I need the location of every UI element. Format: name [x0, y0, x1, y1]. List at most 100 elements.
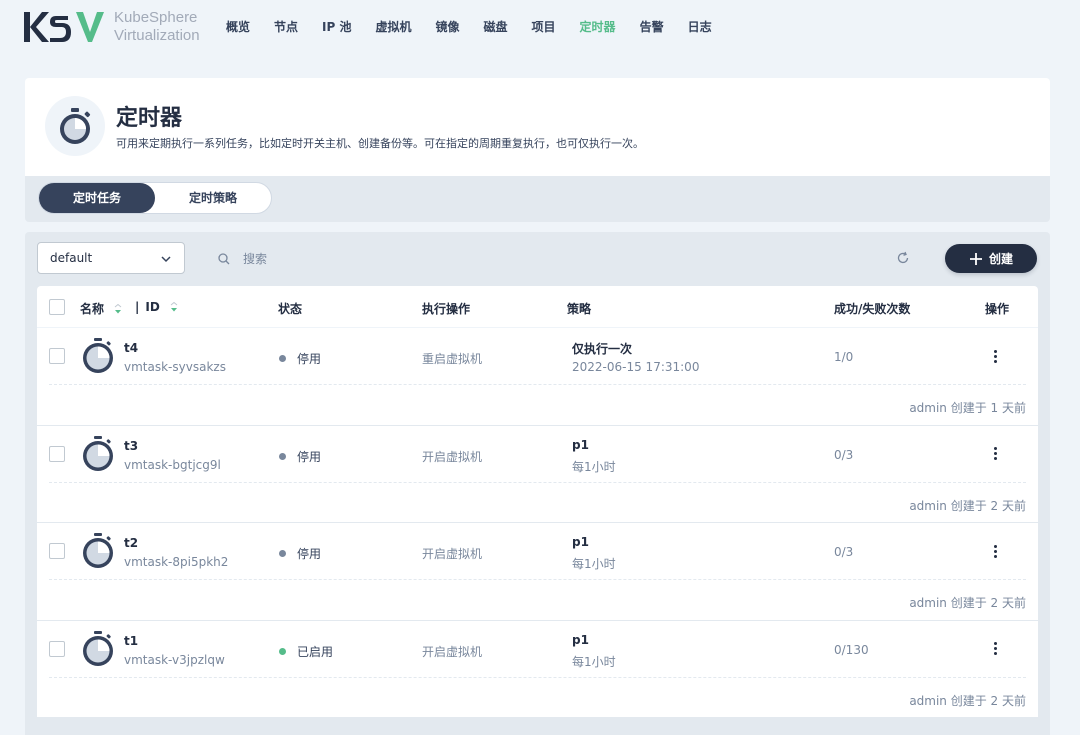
- top-navbar: KubeSphere Virtualization 概览 节点 IP 池 虚拟机…: [0, 0, 1080, 54]
- nav-item-logs[interactable]: 日志: [688, 18, 712, 35]
- success-failure-count: 0/3: [834, 545, 854, 559]
- nav-item-alerts[interactable]: 告警: [640, 18, 664, 35]
- task-name[interactable]: t4: [124, 341, 138, 355]
- sort-icon: [170, 302, 178, 312]
- nav-item-images[interactable]: 镜像: [436, 18, 460, 35]
- plus-icon: [969, 252, 982, 265]
- logo[interactable]: KubeSphere Virtualization: [24, 9, 200, 45]
- nav-item-disks[interactable]: 磁盘: [484, 18, 508, 35]
- table-row[interactable]: t4 vmtask-syvsakzs 停用 重启虚拟机 仅执行一次 2022-0…: [37, 328, 1038, 426]
- page-header: 定时器 可用来定期执行一系列任务，比如定时开关主机、创建备份等。可在指定的周期重…: [25, 78, 1050, 176]
- logo-text-line2: Virtualization: [114, 27, 200, 44]
- task-strategy: p1: [572, 437, 589, 452]
- row-divider: [49, 384, 1026, 385]
- tabs-container: 定时任务 定时策略: [25, 176, 1050, 222]
- toolbar: default 搜索 创建: [25, 232, 1050, 286]
- task-action: 开启虚拟机: [422, 449, 483, 464]
- success-failure-count: 0/130: [834, 642, 869, 657]
- column-status: 状态: [278, 302, 303, 316]
- more-actions-icon[interactable]: [989, 639, 1001, 659]
- row-checkbox[interactable]: [49, 348, 65, 364]
- status-text: 停用: [297, 449, 322, 464]
- column-name[interactable]: 名称: [80, 300, 122, 317]
- namespace-value: default: [50, 251, 93, 265]
- logo-text: KubeSphere Virtualization: [114, 9, 200, 45]
- more-actions-icon[interactable]: [989, 346, 1001, 366]
- column-action: 执行操作: [422, 302, 471, 316]
- nav-item-vms[interactable]: 虚拟机: [375, 18, 411, 35]
- status-badge: 停用: [279, 545, 321, 562]
- creator-info: admin 创建于 2 天前: [909, 596, 1026, 610]
- status-badge: 已启用: [279, 643, 333, 660]
- task-strategy: p1: [572, 535, 589, 549]
- tab-timer-strategies[interactable]: 定时策略: [155, 183, 271, 213]
- task-name[interactable]: t2: [124, 536, 138, 550]
- task-strategy: p1: [572, 632, 589, 647]
- tab-group: 定时任务 定时策略: [38, 182, 272, 214]
- row-divider: [49, 676, 1026, 678]
- table-header: 名称 | ID 状态 执行操作 策略 成功/失败次数 操作: [37, 286, 1038, 328]
- row-checkbox[interactable]: [49, 445, 65, 462]
- namespace-select[interactable]: default: [37, 242, 185, 274]
- column-id[interactable]: | ID: [135, 300, 178, 314]
- search-icon: [218, 252, 230, 264]
- nav-item-timers[interactable]: 定时器: [580, 18, 616, 35]
- task-table: 名称 | ID 状态 执行操作 策略 成功/失败次数 操作 t4 vmtask-…: [37, 286, 1038, 718]
- nav-item-projects[interactable]: 项目: [532, 18, 556, 35]
- task-id: vmtask-bgtjcg9l: [124, 457, 221, 472]
- task-id: vmtask-8pi5pkh2: [124, 555, 229, 569]
- nav-item-ip-pool[interactable]: IP 池: [322, 18, 351, 35]
- page-description: 可用来定期执行一系列任务，比如定时开关主机、创建备份等。可在指定的周期重复执行，…: [116, 137, 644, 150]
- table-row[interactable]: t1 vmtask-v3jpzlqw 已启用 开启虚拟机 p1 每1小时 0/1…: [37, 621, 1038, 718]
- more-actions-icon[interactable]: [989, 541, 1001, 561]
- row-checkbox[interactable]: [49, 543, 65, 559]
- column-ops: 操作: [985, 302, 1010, 316]
- select-all-checkbox[interactable]: [49, 299, 65, 315]
- refresh-icon: [897, 251, 909, 264]
- status-dot: [279, 452, 286, 460]
- stopwatch-icon: [83, 630, 113, 666]
- stopwatch-icon: [60, 108, 91, 144]
- column-count: 成功/失败次数: [834, 302, 911, 316]
- column-name-label: 名称: [80, 302, 105, 316]
- task-strategy-detail: 每1小时: [572, 557, 616, 571]
- table-row[interactable]: t2 vmtask-8pi5pkh2 停用 开启虚拟机 p1 每1小时 0/3 …: [37, 523, 1038, 621]
- sort-icon: [114, 304, 122, 314]
- status-dot: [279, 647, 286, 655]
- nav-item-overview[interactable]: 概览: [226, 18, 250, 35]
- table-row[interactable]: t3 vmtask-bgtjcg9l 停用 开启虚拟机 p1 每1小时 0/3 …: [37, 426, 1038, 523]
- list-panel: default 搜索 创建 名称 | ID 状态 执行操作 策略 成功/失败次数…: [25, 232, 1050, 735]
- status-text: 已启用: [297, 644, 334, 659]
- stopwatch-icon: [83, 533, 113, 568]
- chevron-down-icon: [161, 256, 171, 263]
- task-name[interactable]: t3: [124, 439, 138, 453]
- creator-info: admin 创建于 2 天前: [909, 693, 1026, 708]
- nav-item-nodes[interactable]: 节点: [274, 18, 298, 35]
- page-title: 定时器: [116, 106, 183, 131]
- create-button[interactable]: 创建: [945, 244, 1037, 273]
- more-actions-icon[interactable]: [989, 444, 1001, 464]
- row-checkbox[interactable]: [49, 640, 65, 657]
- task-action: 开启虚拟机: [422, 547, 483, 561]
- task-strategy: 仅执行一次: [572, 342, 633, 356]
- search-placeholder: 搜索: [243, 252, 268, 266]
- refresh-button[interactable]: [895, 250, 911, 270]
- status-text: 停用: [297, 547, 322, 561]
- task-action: 重启虚拟机: [422, 352, 483, 366]
- stopwatch-icon: [83, 338, 113, 373]
- logo-text-line1: KubeSphere: [114, 9, 198, 26]
- status-badge: 停用: [279, 448, 321, 465]
- creator-info: admin 创建于 2 天前: [909, 498, 1026, 513]
- creator-info: admin 创建于 1 天前: [909, 401, 1026, 415]
- status-text: 停用: [297, 352, 322, 366]
- status-badge: 停用: [279, 350, 321, 367]
- task-id: vmtask-syvsakzs: [124, 360, 226, 374]
- task-id: vmtask-v3jpzlqw: [124, 652, 225, 667]
- success-failure-count: 1/0: [834, 350, 854, 364]
- row-divider: [49, 481, 1026, 483]
- tab-timer-tasks[interactable]: 定时任务: [39, 183, 155, 213]
- search-input[interactable]: 搜索: [217, 250, 267, 267]
- task-name[interactable]: t1: [124, 634, 138, 648]
- header-icon: [45, 96, 105, 156]
- task-strategy-detail: 每1小时: [572, 654, 616, 669]
